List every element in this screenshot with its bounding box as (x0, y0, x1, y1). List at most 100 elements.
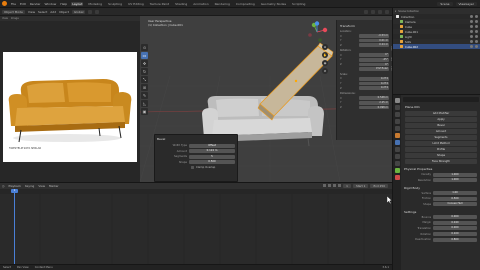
navigation-gizmo[interactable] (306, 21, 328, 43)
annotate-tool-icon[interactable]: ✎ (141, 92, 148, 99)
camera-view-icon[interactable]: ◉ (322, 60, 328, 66)
menu-object[interactable]: Object (59, 10, 69, 14)
constraints-tab-icon[interactable] (394, 161, 400, 166)
shading-material-icon[interactable] (385, 9, 389, 14)
physical-properties-section[interactable]: Physical Properties (404, 167, 479, 171)
physics-tab-icon[interactable] (394, 154, 400, 159)
shape-button[interactable]: Shape (405, 153, 477, 158)
play-reverse-icon[interactable] (328, 184, 332, 187)
rotation-x-field[interactable]: 0° (359, 53, 389, 57)
ortho-grid-icon[interactable]: # (322, 68, 328, 74)
workspace-tab-layout[interactable]: Layout (71, 1, 84, 6)
friction-field[interactable]: 0.500 (433, 196, 477, 201)
measure-tool-icon[interactable]: ◺ (141, 100, 148, 107)
playhead-frame-label[interactable]: 1 (11, 189, 18, 193)
play-icon[interactable] (333, 184, 337, 187)
world-tab-icon[interactable] (394, 126, 400, 131)
scale-tool-icon[interactable]: ⤡ (141, 76, 148, 83)
dims-x-field[interactable]: 0.548 m (359, 96, 389, 100)
settings-section[interactable]: Settings (404, 210, 479, 214)
workspace-tab-animation[interactable]: Animation (192, 2, 209, 6)
amount-field[interactable]: 0.124 m (189, 149, 235, 153)
bounce-field[interactable]: 0.000 (433, 215, 477, 220)
view-layer-selector[interactable]: ViewLayer (455, 1, 477, 6)
end-frame-field[interactable]: End 250 (370, 184, 388, 188)
operator-title[interactable]: Bevel (157, 137, 235, 141)
rigid-body-section[interactable]: Rigid Body (404, 186, 479, 190)
filter-icon[interactable]: ▾ (395, 10, 396, 13)
timeline-grid[interactable] (0, 194, 392, 265)
move-tool-icon[interactable]: ✥ (141, 60, 148, 67)
rotation-field[interactable]: 0.100 (433, 232, 477, 237)
workspace-tab-scripting[interactable]: Scripting (291, 2, 306, 6)
rotation-y-field[interactable]: -45° (359, 58, 389, 62)
menu-playback[interactable]: Playback (8, 184, 20, 188)
data-tab-icon[interactable] (394, 168, 400, 173)
scene-tab-icon[interactable] (394, 119, 400, 124)
camera-icon[interactable] (475, 45, 478, 48)
zoom-icon[interactable]: ⊕ (322, 44, 328, 50)
eye-icon[interactable] (470, 25, 473, 28)
pan-hand-icon[interactable]: ✋ (322, 52, 328, 58)
mode-selector[interactable]: Object Mode (2, 9, 25, 14)
menu-select[interactable]: Select (38, 10, 47, 14)
location-z-field[interactable]: 0.24 m (359, 43, 389, 47)
amount-button[interactable]: Amount (405, 129, 477, 134)
scene-selector[interactable]: Scene (437, 1, 453, 6)
checkbox-icon[interactable] (191, 165, 194, 169)
workspace-tab-geonodes[interactable]: Geometry Nodes (260, 2, 287, 6)
cursor-tool-icon[interactable]: ⊙ (141, 44, 148, 51)
menu-file[interactable]: File (11, 2, 16, 6)
workspace-tab-rendering[interactable]: Rendering (214, 2, 231, 6)
menu-view[interactable]: View (28, 10, 35, 14)
particles-tab-icon[interactable] (394, 147, 400, 152)
image-menu-view[interactable]: View (2, 17, 8, 20)
dims-z-field[interactable]: 0.098 m (359, 105, 389, 110)
surface-field[interactable]: 1.00 (433, 191, 477, 196)
properties-search-input[interactable] (403, 97, 479, 102)
translation-field[interactable]: 0.000 (433, 226, 477, 231)
camera-icon[interactable] (475, 40, 478, 43)
segments-field[interactable]: 5 (189, 154, 235, 159)
eye-icon[interactable] (470, 40, 473, 43)
camera-icon[interactable] (475, 35, 478, 38)
xray-toggle-icon[interactable] (371, 9, 375, 14)
workspace-tab-shading[interactable]: Shading (174, 2, 188, 6)
density-field[interactable]: 1.000 (433, 172, 477, 177)
add-cube-tool-icon[interactable]: ▣ (141, 108, 148, 115)
apply-button[interactable]: Apply (405, 117, 477, 122)
camera-icon[interactable] (475, 25, 478, 28)
playhead[interactable] (14, 189, 15, 265)
rotation-mode-select[interactable]: XYZ Euler (359, 67, 389, 71)
menu-marker[interactable]: Marker (49, 184, 59, 188)
eye-icon[interactable] (470, 30, 473, 33)
location-x-field[interactable]: -0.53 m (359, 34, 389, 38)
menu-render[interactable]: Render (30, 2, 41, 6)
object-tab-icon[interactable] (394, 133, 400, 138)
eye-icon[interactable] (470, 20, 473, 23)
tool-tab-icon[interactable] (394, 98, 400, 103)
workspace-tab-sculpting[interactable]: Sculpting (107, 2, 123, 6)
outliner-item-cube002[interactable]: Cube.002 (393, 44, 480, 49)
start-frame-field[interactable]: Start 1 (352, 184, 369, 188)
location-y-field[interactable]: 0.01 m (359, 38, 389, 43)
camera-icon[interactable] (475, 30, 478, 33)
camera-icon[interactable] (475, 15, 478, 18)
margin-field[interactable]: 0.040 (433, 220, 477, 225)
camera-icon[interactable] (475, 20, 478, 23)
output-tab-icon[interactable] (394, 112, 400, 117)
limit-method-button[interactable]: Limit Method (405, 141, 477, 146)
snap-toggle-icon[interactable] (88, 9, 93, 14)
dims-y-field[interactable]: 2.25 m (359, 101, 389, 105)
rotate-tool-icon[interactable]: ↻ (141, 68, 148, 75)
shape-field[interactable]: 0.500 (189, 160, 235, 164)
scale-z-field[interactable]: 0.274 (359, 86, 389, 90)
menu-keying[interactable]: Keying (25, 184, 34, 188)
scale-y-field[interactable]: 0.274 (359, 81, 389, 86)
clamp-overlap-checkbox[interactable]: Clamp Overlap (191, 165, 235, 169)
menu-help[interactable]: Help (60, 2, 67, 6)
orientation-selector[interactable]: Global (71, 9, 86, 14)
width-type-select[interactable]: Offset (189, 143, 235, 148)
scale-x-field[interactable]: 0.274 (359, 77, 389, 81)
jump-start-icon[interactable] (323, 184, 327, 187)
